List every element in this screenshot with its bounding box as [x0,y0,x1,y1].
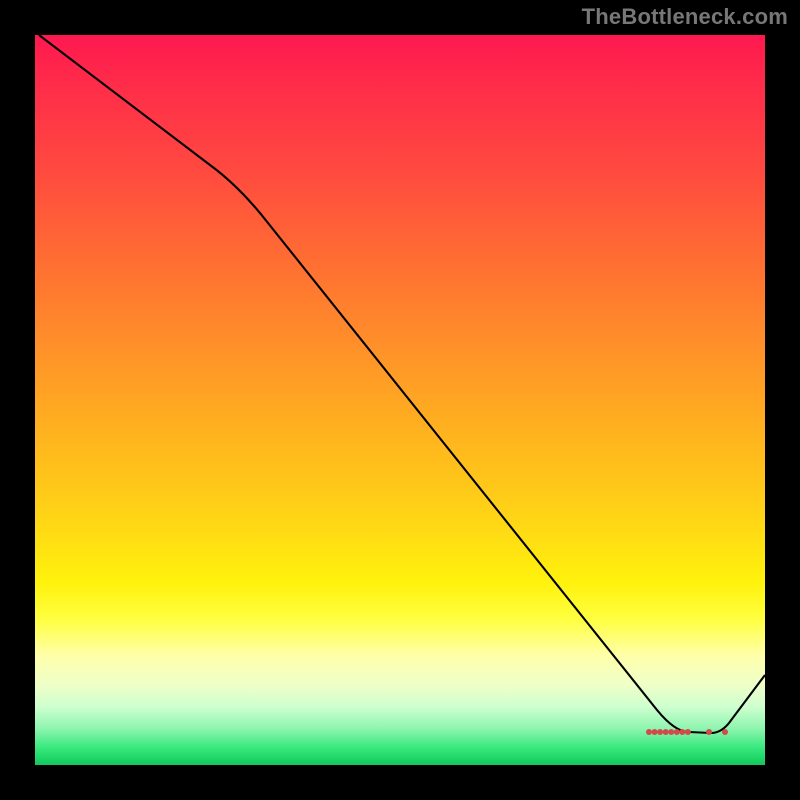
data-marker [685,729,691,735]
watermark-text: TheBottleneck.com [582,4,788,30]
bottleneck-curve [39,35,765,733]
chart-container: TheBottleneck.com [0,0,800,800]
data-marker [652,729,658,735]
data-marker [657,729,663,735]
data-marker [668,729,674,735]
data-marker [706,729,712,735]
plot-area [35,35,765,765]
data-marker [663,729,669,735]
data-marker [722,729,728,735]
chart-svg [35,35,765,765]
data-marker [646,729,652,735]
data-marker [679,729,685,735]
data-marker [674,729,680,735]
